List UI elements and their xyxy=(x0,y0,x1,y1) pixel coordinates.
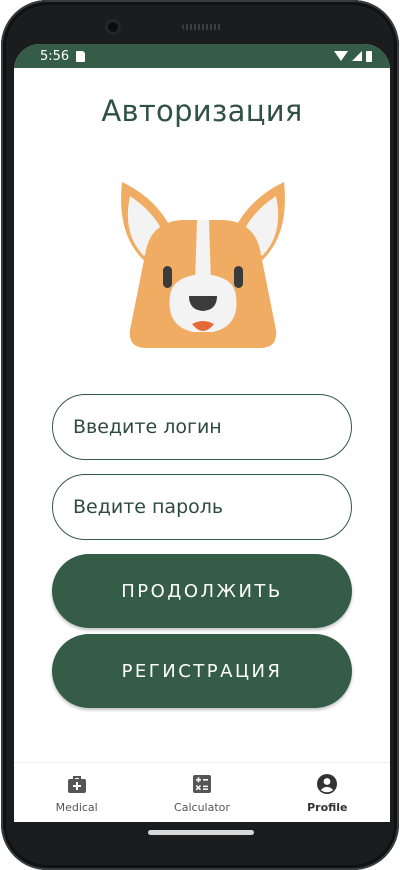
corgi-mascot-icon xyxy=(121,182,285,348)
phone-frame: 5:56 Авторизация Введите логин Ведите па… xyxy=(1,0,399,870)
register-button-label: РЕГИСТРАЦИЯ xyxy=(121,660,283,682)
medical-kit-icon xyxy=(67,776,86,793)
password-input[interactable]: Ведите пароль xyxy=(52,474,352,540)
sd-card-icon xyxy=(76,50,86,62)
status-time: 5:56 xyxy=(40,48,70,64)
status-bar: 5:56 xyxy=(14,44,390,68)
nav-label-medical: Medical xyxy=(55,801,98,814)
continue-button[interactable]: ПРОДОЛЖИТЬ xyxy=(52,554,352,628)
calculator-icon xyxy=(192,775,211,793)
bottom-navigation: Medical Calculator Profile xyxy=(14,762,390,822)
continue-button-label: ПРОДОЛЖИТЬ xyxy=(121,580,283,602)
password-placeholder: Ведите пароль xyxy=(73,496,224,518)
front-camera xyxy=(105,19,121,35)
nav-item-calculator[interactable]: Calculator xyxy=(142,763,262,822)
signal-icon xyxy=(352,51,362,61)
register-button[interactable]: РЕГИСТРАЦИЯ xyxy=(52,634,352,708)
home-indicator[interactable] xyxy=(148,830,254,835)
earpiece-speaker xyxy=(182,24,222,30)
wifi-icon xyxy=(334,51,348,61)
nav-item-profile[interactable]: Profile xyxy=(267,763,387,822)
nav-label-calculator: Calculator xyxy=(174,801,230,814)
login-placeholder: Введите логин xyxy=(73,416,222,438)
battery-icon xyxy=(366,50,372,62)
nav-item-medical[interactable]: Medical xyxy=(17,763,137,822)
page-title: Авторизация xyxy=(101,94,303,128)
login-input[interactable]: Введите логин xyxy=(52,394,352,460)
profile-icon xyxy=(317,774,338,794)
app-screen: 5:56 Авторизация Введите логин Ведите па… xyxy=(14,44,390,822)
nav-label-profile: Profile xyxy=(307,801,348,814)
